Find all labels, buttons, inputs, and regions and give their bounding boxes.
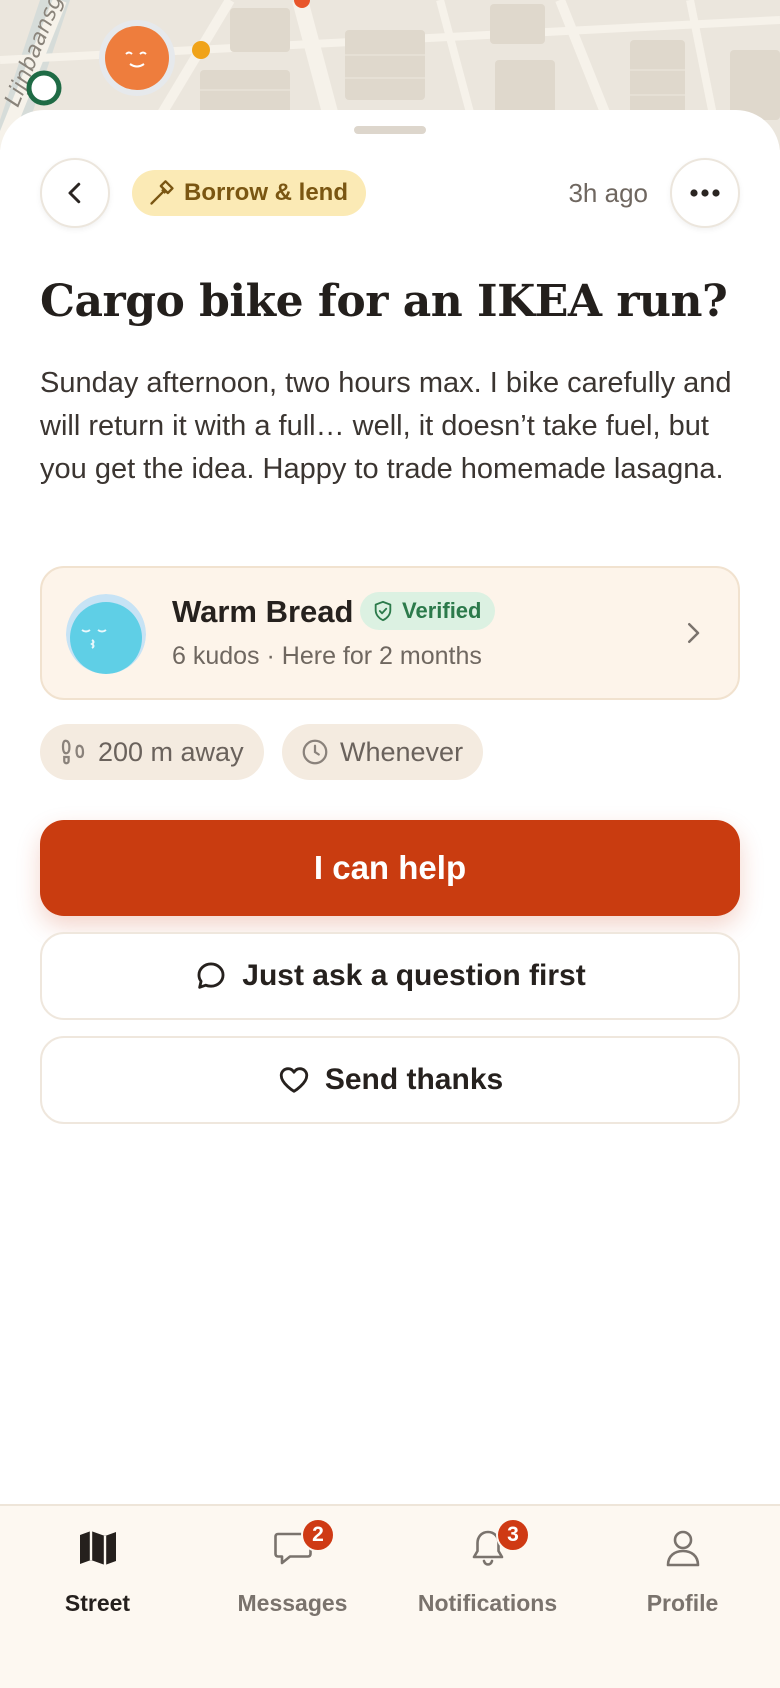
sheet-header: Borrow & lend 3h ago [40, 158, 740, 228]
messages-badge: 2 [301, 1518, 335, 1552]
ask-question-button[interactable]: Just ask a question first [40, 932, 740, 1020]
hammer-icon [150, 180, 174, 205]
bottom-tab-bar: Street 2 Messages 3 Notifications Profil… [0, 1504, 780, 1688]
tab-notifications[interactable]: 3 Notifications [390, 1506, 585, 1626]
author-kudos: 6 kudos [172, 642, 260, 670]
user-icon [666, 1530, 699, 1567]
map-icon [79, 1531, 116, 1565]
more-horizontal-icon [690, 189, 720, 197]
distance-chip: 200 m away [40, 724, 264, 780]
author-name: Warm Bread [172, 594, 354, 629]
more-options-button[interactable] [670, 158, 740, 228]
post-detail-sheet: Borrow & lend 3h ago Cargo bike for an I… [0, 110, 780, 1505]
timing-chip: Whenever [282, 724, 484, 780]
tab-messages-label: Messages [237, 1590, 348, 1616]
post-title: Cargo bike for an IKEA run? [40, 276, 728, 327]
notifications-badge: 3 [496, 1518, 530, 1552]
post-time: 3h ago [568, 178, 648, 208]
sheet-grabber[interactable] [354, 126, 426, 134]
category-label: Borrow & lend [184, 179, 349, 206]
tab-notifications-label: Notifications [417, 1590, 558, 1616]
heart-icon [279, 1067, 308, 1093]
author-member-since: Here for 2 months [281, 642, 482, 670]
meta-separator: · [266, 642, 275, 670]
footprints-icon [61, 739, 85, 765]
avatar [66, 594, 146, 674]
distance-label: 200 m away [98, 736, 244, 767]
chevron-right-icon [688, 623, 700, 643]
tab-street[interactable]: Street [0, 1506, 195, 1626]
author-card[interactable]: Warm Bread Verified 6 kudos · Here for 2… [40, 566, 740, 700]
author-meta: 6 kudos · Here for 2 months [172, 642, 482, 671]
timing-label: Whenever [340, 736, 464, 767]
chevron-left-icon [68, 182, 81, 204]
tab-street-label: Street [64, 1590, 131, 1616]
back-button[interactable] [40, 158, 110, 228]
clock-icon [302, 739, 328, 765]
tab-profile[interactable]: Profile [585, 1506, 780, 1626]
ask-question-label: Just ask a question first [242, 959, 586, 992]
post-description: Sunday afternoon, two hours max. I bike … [40, 367, 732, 485]
category-badge: Borrow & lend [132, 170, 367, 216]
verified-label: Verified [402, 598, 482, 623]
i-can-help-label: I can help [313, 849, 467, 886]
verified-badge: Verified [360, 592, 496, 630]
send-thanks-button[interactable]: Send thanks [40, 1036, 740, 1124]
i-can-help-button[interactable]: I can help [40, 820, 740, 916]
tab-profile-label: Profile [646, 1590, 719, 1616]
send-thanks-label: Send thanks [324, 1063, 504, 1096]
chat-bubble-icon [197, 962, 225, 989]
tab-messages[interactable]: 2 Messages [195, 1506, 390, 1626]
shield-check-icon [374, 600, 392, 622]
